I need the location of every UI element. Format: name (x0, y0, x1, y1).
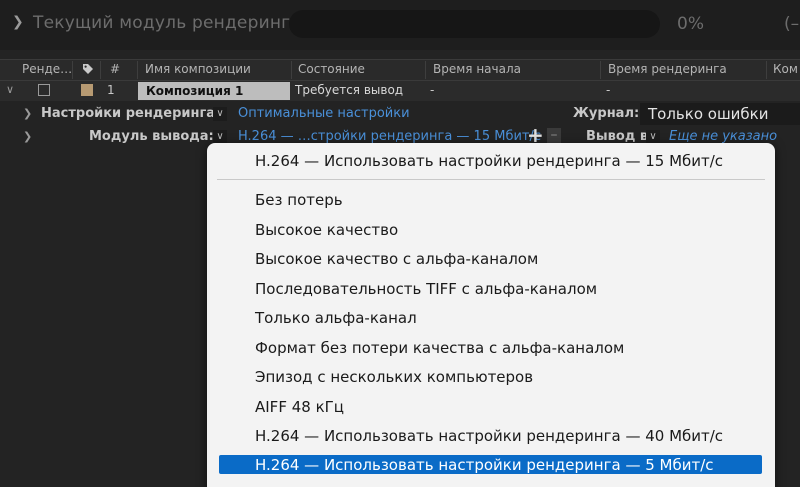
output-to-dropdown-icon[interactable]: ∨ (646, 130, 660, 144)
render-settings-dropdown-icon[interactable]: ∨ (213, 107, 227, 121)
render-settings-link[interactable]: Оптимальные настройки (238, 106, 410, 121)
col-number[interactable]: # (110, 62, 120, 76)
output-module-preset-menu: H.264 — Использовать настройки рендеринг… (207, 143, 775, 487)
render-progress-bar (289, 10, 660, 38)
menu-item-current[interactable]: H.264 — Использовать настройки рендеринг… (255, 150, 723, 172)
elapsed-time-text: (– (784, 14, 800, 34)
output-module-link[interactable]: H.264 — …стройки рендеринга — 15 Мбит/с (238, 129, 541, 144)
render-checkbox[interactable] (38, 84, 50, 96)
output-to-link[interactable]: Еще не указано (669, 129, 777, 144)
label-tag-icon[interactable] (82, 63, 94, 75)
col-state[interactable]: Состояние (298, 62, 365, 76)
menu-item-selected[interactable]: H.264 — Использовать настройки рендеринг… (255, 454, 714, 476)
composition-name[interactable]: Композиция 1 (138, 82, 290, 100)
col-comp-name[interactable]: Имя композиции (145, 62, 251, 76)
item-render-time: - (606, 83, 611, 97)
expand-chevron-icon[interactable]: ❯ (12, 14, 24, 30)
log-select[interactable]: Только ошибки (640, 103, 800, 125)
output-module-dropdown-icon[interactable]: ∨ (213, 130, 227, 144)
log-label: Журнал: (573, 106, 640, 121)
column-header: Ренде… # Имя композиции Состояние Время … (0, 59, 800, 81)
menu-item[interactable]: Формат без потери качества с альфа-канал… (255, 337, 624, 359)
output-to-label: Вывод в: (586, 129, 654, 144)
menu-item[interactable]: AIFF 48 кГц (255, 396, 344, 418)
col-start-time[interactable]: Время начала (433, 62, 521, 76)
render-settings-label: Настройки рендеринга: (41, 106, 221, 121)
output-module-label: Модуль вывода: (89, 129, 214, 144)
render-progress-percent: 0% (677, 14, 704, 34)
menu-item[interactable]: Без потерь (255, 189, 343, 211)
menu-divider (217, 179, 765, 180)
render-settings-row: ❯ Настройки рендеринга: ∨ Оптимальные на… (0, 103, 800, 125)
menu-item[interactable]: Только альфа-канал (255, 307, 417, 329)
remove-output-module-button[interactable]: – (547, 128, 561, 144)
current-render-title: Текущий модуль рендеринга (33, 13, 301, 33)
render-queue-panel: ❯ Текущий модуль рендеринга 0% (– Ренде…… (0, 0, 800, 487)
col-comment[interactable]: Ком (773, 62, 798, 76)
menu-item[interactable]: Высокое качество (255, 219, 398, 241)
item-state: Требуется вывод (295, 83, 404, 97)
menu-item[interactable]: H.264 — Использовать настройки рендеринг… (255, 425, 723, 447)
render-settings-chevron-icon[interactable]: ❯ (23, 107, 32, 120)
col-render[interactable]: Ренде… (22, 62, 72, 76)
menu-item[interactable]: Последовательность TIFF с альфа-каналом (255, 278, 597, 300)
menu-item[interactable]: Эпизод с нескольких компьютеров (255, 366, 533, 388)
label-color-swatch[interactable] (81, 84, 93, 96)
output-module-chevron-icon[interactable]: ❯ (23, 130, 32, 143)
menu-item[interactable]: Высокое качество с альфа-каналом (255, 248, 538, 270)
queue-item-row[interactable]: ∨ 1 Композиция 1 Требуется вывод - - (0, 81, 800, 101)
item-start-time: - (430, 83, 435, 97)
item-number: 1 (107, 83, 115, 97)
col-render-time[interactable]: Время рендеринга (608, 62, 727, 76)
row-expand-chevron-icon[interactable]: ∨ (6, 83, 14, 96)
current-render-bar: ❯ Текущий модуль рендеринга 0% (– (0, 0, 800, 50)
